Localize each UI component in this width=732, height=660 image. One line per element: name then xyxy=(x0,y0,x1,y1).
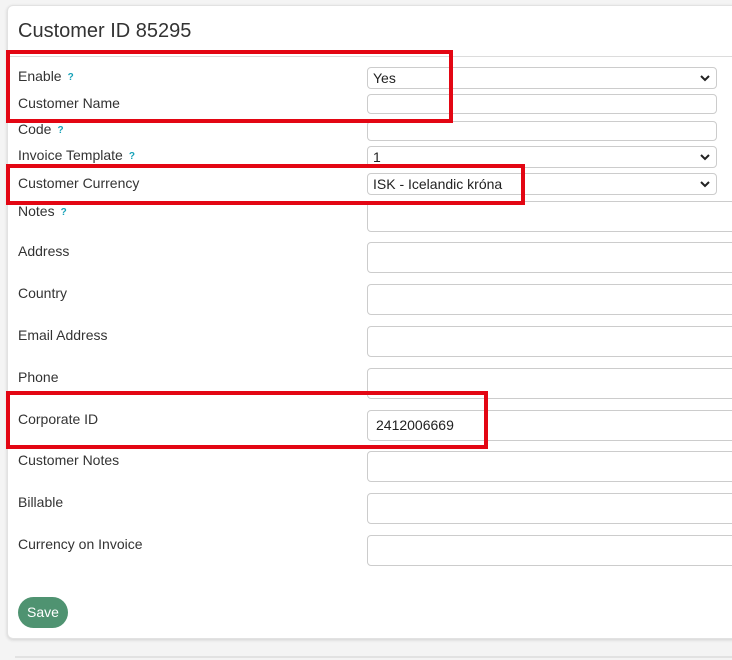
code-input[interactable] xyxy=(367,121,717,141)
invoice-template-help-icon[interactable]: ? xyxy=(129,151,135,162)
notes-textarea[interactable] xyxy=(367,201,732,232)
enable-select[interactable]: Yes xyxy=(367,67,717,89)
customer-currency-select[interactable]: ISK - Icelandic króna xyxy=(367,173,717,195)
enable-help-icon[interactable]: ? xyxy=(68,72,74,83)
phone-label: Phone xyxy=(18,369,59,385)
invoice-template-label: Invoice Template? xyxy=(18,147,135,163)
chevron-down-icon xyxy=(700,181,710,188)
country-textarea[interactable] xyxy=(367,284,732,315)
corporate-id-textarea[interactable]: 2412006669 xyxy=(367,410,732,441)
save-button[interactable]: Save xyxy=(18,597,68,628)
customer-name-input[interactable] xyxy=(367,94,717,114)
billable-textarea[interactable] xyxy=(367,493,732,524)
address-label: Address xyxy=(18,243,70,259)
corporate-id-label: Corporate ID xyxy=(18,411,99,427)
currency-on-invoice-label: Currency on Invoice xyxy=(18,536,143,552)
customer-name-label: Customer Name xyxy=(18,95,120,111)
email-label: Email Address xyxy=(18,327,108,343)
chevron-down-icon xyxy=(700,154,710,161)
notes-label: Notes? xyxy=(18,203,67,219)
code-help-icon[interactable]: ? xyxy=(57,125,63,136)
invoice-template-select[interactable]: 1 xyxy=(367,146,717,168)
chevron-down-icon xyxy=(700,75,710,82)
currency-on-invoice-textarea[interactable] xyxy=(367,535,732,566)
customer-currency-label: Customer Currency xyxy=(18,175,140,191)
notes-help-icon[interactable]: ? xyxy=(61,207,67,218)
customer-notes-label: Customer Notes xyxy=(18,452,120,468)
code-label: Code? xyxy=(18,121,64,137)
next-card-edge xyxy=(15,656,732,658)
email-textarea[interactable] xyxy=(367,326,732,357)
address-textarea[interactable] xyxy=(367,242,732,273)
page-title: Customer ID 85295 xyxy=(18,20,192,42)
country-label: Country xyxy=(18,285,68,301)
enable-label: Enable? xyxy=(18,68,74,84)
phone-textarea[interactable] xyxy=(367,368,732,399)
title-divider xyxy=(8,56,732,57)
customer-notes-textarea[interactable] xyxy=(367,451,732,482)
billable-label: Billable xyxy=(18,494,64,510)
